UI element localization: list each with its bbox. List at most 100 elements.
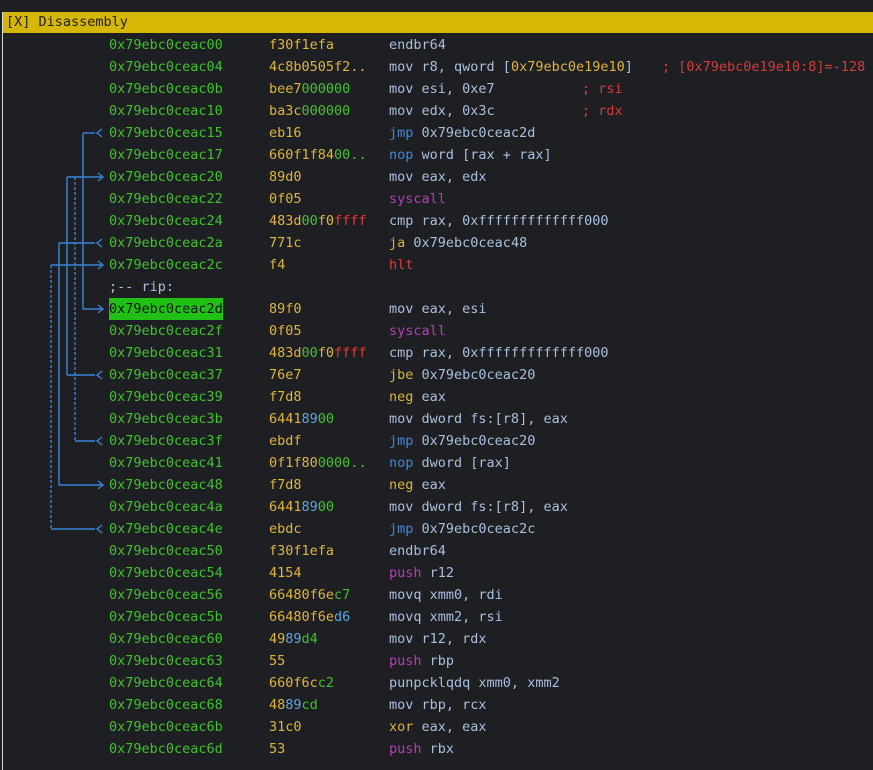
instruction-text: mov dword fs:[r8], eax (389, 496, 568, 518)
instruction-row[interactable]: 0x79ebc0ceac20 89d0 mov eax, edx (3, 166, 872, 188)
instruction-address[interactable]: 0x79ebc0ceac4a (109, 496, 223, 518)
instruction-row[interactable]: 0x79ebc0ceac31 483d00f0ffff cmp rax, 0xfff… (3, 342, 872, 364)
operand: 0x79ebc0e19e10 (510, 59, 625, 75)
instruction-bytes: 55 (269, 650, 285, 672)
byte-segment: d4 (301, 631, 318, 647)
instruction-address[interactable]: 0x79ebc0ceac00 (109, 34, 223, 56)
mnemonic: syscall (389, 323, 446, 339)
instruction-bytes: f7d8 (269, 386, 302, 408)
instruction-row[interactable]: 0x79ebc0ceac2f 0f05 syscall (3, 320, 872, 342)
instruction-bytes: f7d8 (269, 474, 302, 496)
instruction-row[interactable]: 0x79ebc0ceac5b 66480f6ed6 movq xmm2, rsi (3, 606, 872, 628)
mnemonic: neg (389, 389, 414, 405)
instruction-bytes: 0f05 (269, 320, 302, 342)
instruction-row[interactable]: 0x79ebc0ceac2a 771c ja 0x79ebc0ceac48 (3, 232, 872, 254)
instruction-bytes: 0f1f800000.. (269, 452, 367, 474)
instruction-text: cmp rax, 0xfffffffffffff000 (389, 342, 608, 364)
instruction-address[interactable]: 0x79ebc0ceac6b (109, 716, 223, 738)
instruction-bytes: 4989d4 (269, 628, 318, 650)
instruction-bytes: 31c0 (269, 716, 302, 738)
instruction-address[interactable]: 0x79ebc0ceac39 (109, 386, 223, 408)
instruction-address[interactable]: 0x79ebc0ceac17 (109, 144, 223, 166)
instruction-text: syscall (389, 188, 446, 210)
instruction-row[interactable]: 0x79ebc0ceac2c f4 hlt (3, 254, 872, 276)
instruction-address[interactable]: 0x79ebc0ceac04 (109, 56, 223, 78)
instruction-address[interactable]: 0x79ebc0ceac60 (109, 628, 223, 650)
instruction-row[interactable]: 0x79ebc0ceac37 76e7 jbe 0x79ebc0ceac20 (3, 364, 872, 386)
instruction-address[interactable]: 0x79ebc0ceac54 (109, 562, 223, 584)
byte-segment: f30f1efa (269, 37, 335, 53)
instruction-address[interactable]: 0x79ebc0ceac0b (109, 78, 223, 100)
instruction-address[interactable]: 0x79ebc0ceac37 (109, 364, 223, 386)
instruction-row[interactable]: 0x79ebc0ceac22 0f05 syscall (3, 188, 872, 210)
instruction-address[interactable]: 0x79ebc0ceac3f (109, 430, 223, 452)
instruction-address[interactable]: 0x79ebc0ceac15 (109, 122, 223, 144)
instruction-row[interactable]: 0x79ebc0ceac4a 64418900 mov dword fs:[r8],… (3, 496, 872, 518)
instruction-row[interactable]: 0x79ebc0ceac48 f7d8 neg eax (3, 474, 872, 496)
instruction-text: jmp 0x79ebc0ceac20 (389, 430, 535, 452)
panel-title[interactable]: [X] Disassembly (3, 12, 873, 33)
instruction-row[interactable]: 0x79ebc0ceac00 f30f1efa endbr64 (3, 34, 872, 56)
instruction-row[interactable]: 0x79ebc0ceac54 4154 push r12 (3, 562, 872, 584)
jump-source-arrow (95, 524, 103, 534)
jump-graph (50, 128, 105, 534)
mnemonic: jbe (389, 367, 414, 383)
instruction-address[interactable]: 0x79ebc0ceac31 (109, 342, 223, 364)
instruction-address[interactable]: 0x79ebc0ceac64 (109, 672, 223, 694)
instruction-row[interactable]: 0x79ebc0ceac4e ebdc jmp 0x79ebc0ceac2c (3, 518, 872, 540)
instruction-bytes: ebdc (269, 518, 302, 540)
instruction-address[interactable]: 0x79ebc0ceac68 (109, 694, 223, 716)
instruction-row[interactable]: 0x79ebc0ceac56 66480f6ec7 movq xmm0, rdi (3, 584, 872, 606)
instruction-address[interactable]: 0x79ebc0ceac10 (109, 100, 223, 122)
mnemonic: endbr64 (389, 37, 446, 53)
instruction-row[interactable]: 0x79ebc0ceac0b bee7000000 mov esi, 0xe7 ; r… (3, 78, 872, 100)
instruction-row[interactable]: 0x79ebc0ceac3b 64418900 mov dword fs:[r8],… (3, 408, 872, 430)
instruction-address[interactable]: 0x79ebc0ceac2a (109, 232, 223, 254)
instruction-row[interactable]: 0x79ebc0ceac6d 53 push rbx (3, 738, 872, 760)
instruction-row[interactable]: 0x79ebc0ceac6b 31c0 xor eax, eax (3, 716, 872, 738)
instruction-row[interactable]: 0x79ebc0ceac60 4989d4 mov r12, rdx (3, 628, 872, 650)
byte-segment: 660f1f84 (269, 147, 335, 163)
instruction-row[interactable]: 0x79ebc0ceac24 483d00f0ffff cmp rax, 0xfff… (3, 210, 872, 232)
instruction-row[interactable]: 0x79ebc0ceac50 f30f1efa endbr64 (3, 540, 872, 562)
instruction-row[interactable]: 0x79ebc0ceac15 eb16 jmp 0x79ebc0ceac2d (3, 122, 872, 144)
instruction-row[interactable]: 0x79ebc0ceac63 55 push rbp (3, 650, 872, 672)
byte-segment: 55 (269, 653, 286, 669)
instruction-row[interactable]: 0x79ebc0ceac17 660f1f8400.. nop word [rax … (3, 144, 872, 166)
instruction-row[interactable]: 0x79ebc0ceac2d 89f0 mov eax, esi (3, 298, 872, 320)
byte-segment: 48 (269, 697, 286, 713)
instruction-row[interactable]: 0x79ebc0ceac3f ebdf jmp 0x79ebc0ceac20 (3, 430, 872, 452)
instruction-address[interactable]: 0x79ebc0ceac63 (109, 650, 223, 672)
byte-segment: 49 (269, 631, 286, 647)
disassembly-panel: [X] Disassembly 0x79ebc0ceac00 f30f1efa en… (2, 12, 873, 770)
current-instruction-address[interactable]: 0x79ebc0ceac2d (109, 298, 223, 320)
byte-segment: 6441 (269, 411, 302, 427)
operand: rbp (429, 653, 455, 669)
instruction-text: mov r8, qword [0x79ebc0e19e10] (389, 56, 633, 78)
instruction-address[interactable]: 0x79ebc0ceac5b (109, 606, 223, 628)
rip-label-row[interactable]: ;-- rip: (3, 276, 872, 298)
operand: rax, 0xfffffffffffff000 (421, 345, 609, 361)
instruction-row[interactable]: 0x79ebc0ceac10 ba3c000000 mov edx, 0x3c ; r… (3, 100, 872, 122)
instruction-address[interactable]: 0x79ebc0ceac20 (109, 166, 223, 188)
instruction-row[interactable]: 0x79ebc0ceac04 4c8b0505f2.. mov r8, qword … (3, 56, 872, 78)
instruction-text: jmp 0x79ebc0ceac2c (389, 518, 535, 540)
instruction-address[interactable]: 0x79ebc0ceac48 (109, 474, 223, 496)
instruction-address[interactable]: 0x79ebc0ceac41 (109, 452, 223, 474)
instruction-row[interactable]: 0x79ebc0ceac39 f7d8 neg eax (3, 386, 872, 408)
instruction-row[interactable]: 0x79ebc0ceac64 660f6cc2 punpcklqdq xmm0, x… (3, 672, 872, 694)
operand: r8, qword [ (421, 59, 511, 75)
instruction-address[interactable]: 0x79ebc0ceac2c (109, 254, 223, 276)
instruction-row[interactable]: 0x79ebc0ceac68 4889cd mov rbp, rcx (3, 694, 872, 716)
instruction-bytes: 483d00f0ffff (269, 210, 367, 232)
instruction-address[interactable]: 0x79ebc0ceac22 (109, 188, 223, 210)
instruction-address[interactable]: 0x79ebc0ceac3b (109, 408, 223, 430)
instruction-address[interactable]: 0x79ebc0ceac6d (109, 738, 223, 760)
instruction-address[interactable]: 0x79ebc0ceac56 (109, 584, 223, 606)
instruction-row[interactable]: 0x79ebc0ceac41 0f1f800000.. nop dword [rax… (3, 452, 872, 474)
instruction-address[interactable]: 0x79ebc0ceac24 (109, 210, 223, 232)
byte-segment: 0000.. (317, 455, 367, 471)
instruction-address[interactable]: 0x79ebc0ceac50 (109, 540, 223, 562)
instruction-address[interactable]: 0x79ebc0ceac2f (109, 320, 223, 342)
instruction-address[interactable]: 0x79ebc0ceac4e (109, 518, 223, 540)
